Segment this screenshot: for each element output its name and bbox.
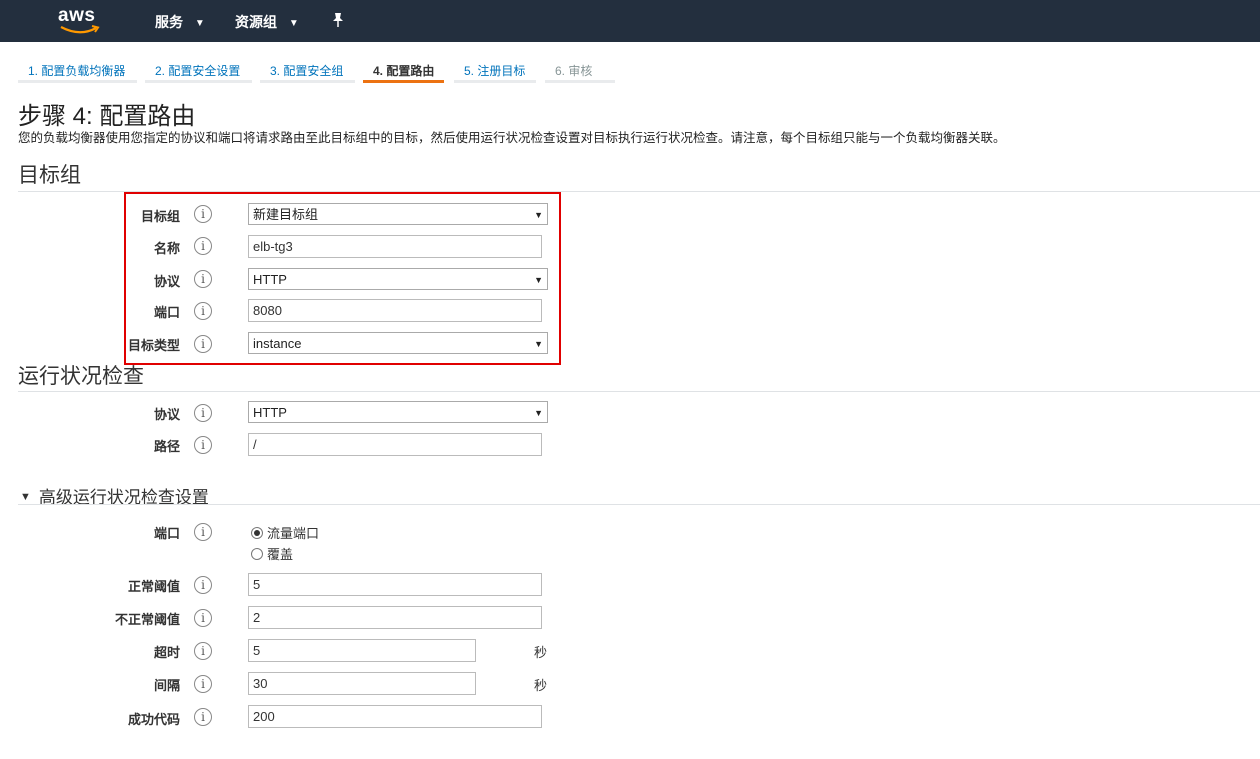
caret-down-icon: ▼ bbox=[20, 490, 31, 503]
resource-groups-menu[interactable]: 资源组 ▼ bbox=[235, 12, 299, 32]
chevron-down-icon: ▼ bbox=[194, 17, 205, 29]
radio-traffic-port[interactable]: 流量端口 bbox=[251, 523, 319, 542]
chevron-down-icon: ▼ bbox=[288, 17, 299, 29]
aws-logo[interactable]: aws bbox=[58, 5, 104, 37]
info-icon[interactable]: i bbox=[194, 436, 212, 454]
page-title: 步骤 4: 配置路由 bbox=[18, 103, 196, 130]
resource-groups-label: 资源组 bbox=[235, 14, 277, 30]
section-divider bbox=[18, 391, 1260, 392]
unhealthy-threshold-label: 不正常阈值 bbox=[114, 612, 180, 627]
info-icon[interactable]: i bbox=[194, 609, 212, 627]
success-codes-label: 成功代码 bbox=[127, 712, 180, 727]
target-group-section-title: 目标组 bbox=[18, 164, 81, 187]
radio-unselected-icon bbox=[251, 547, 263, 560]
services-menu[interactable]: 服务 ▼ bbox=[155, 12, 205, 32]
pin-icon[interactable] bbox=[331, 12, 345, 31]
tab-configure-routing[interactable]: 4. 配置路由 bbox=[363, 57, 444, 83]
aws-smile-icon bbox=[60, 25, 100, 34]
aws-logo-text: aws bbox=[58, 5, 96, 26]
info-icon[interactable]: i bbox=[194, 523, 212, 541]
hc-protocol-select[interactable]: HTTP ▼ bbox=[248, 401, 548, 423]
unhealthy-threshold-input[interactable]: 2 bbox=[248, 606, 542, 629]
page-description: 您的负载均衡器使用您指定的协议和端口将请求路由至此目标组中的目标，然后使用运行状… bbox=[18, 131, 1006, 145]
dropdown-arrow-icon: ▼ bbox=[534, 408, 543, 418]
timeout-input[interactable]: 5 bbox=[248, 639, 476, 662]
highlight-box bbox=[124, 192, 561, 365]
info-icon[interactable]: i bbox=[194, 642, 212, 660]
top-nav-bar: aws 服务 ▼ 资源组 ▼ bbox=[0, 0, 1260, 42]
radio-override-label: 覆盖 bbox=[267, 547, 294, 562]
timeout-label: 超时 bbox=[153, 645, 180, 660]
interval-label: 间隔 bbox=[153, 678, 180, 693]
info-icon[interactable]: i bbox=[194, 576, 212, 594]
radio-selected-icon bbox=[251, 526, 263, 539]
tab-configure-security-settings[interactable]: 2. 配置安全设置 bbox=[145, 57, 252, 83]
tab-review: 6. 审核 bbox=[545, 57, 615, 83]
tab-configure-load-balancer[interactable]: 1. 配置负载均衡器 bbox=[18, 57, 137, 83]
healthy-threshold-label: 正常阈值 bbox=[127, 579, 180, 594]
adv-port-label: 端口 bbox=[153, 526, 180, 541]
timeout-unit: 秒 bbox=[534, 645, 548, 660]
radio-override[interactable]: 覆盖 bbox=[251, 544, 293, 563]
info-icon[interactable]: i bbox=[194, 404, 212, 422]
healthy-threshold-input[interactable]: 5 bbox=[248, 573, 542, 596]
tab-configure-security-groups[interactable]: 3. 配置安全组 bbox=[260, 57, 355, 83]
hc-path-input[interactable]: / bbox=[248, 433, 542, 456]
info-icon[interactable]: i bbox=[194, 708, 212, 726]
section-divider bbox=[18, 504, 1260, 505]
hc-path-label: 路径 bbox=[153, 439, 180, 454]
info-icon[interactable]: i bbox=[194, 675, 212, 693]
interval-unit: 秒 bbox=[534, 678, 548, 693]
hc-protocol-label: 协议 bbox=[153, 407, 180, 422]
radio-traffic-port-label: 流量端口 bbox=[267, 526, 320, 541]
tab-register-targets[interactable]: 5. 注册目标 bbox=[454, 57, 536, 83]
services-label: 服务 bbox=[155, 14, 183, 30]
success-codes-input[interactable]: 200 bbox=[248, 705, 542, 728]
interval-input[interactable]: 30 bbox=[248, 672, 476, 695]
hc-protocol-selected-value: HTTP bbox=[253, 405, 287, 420]
